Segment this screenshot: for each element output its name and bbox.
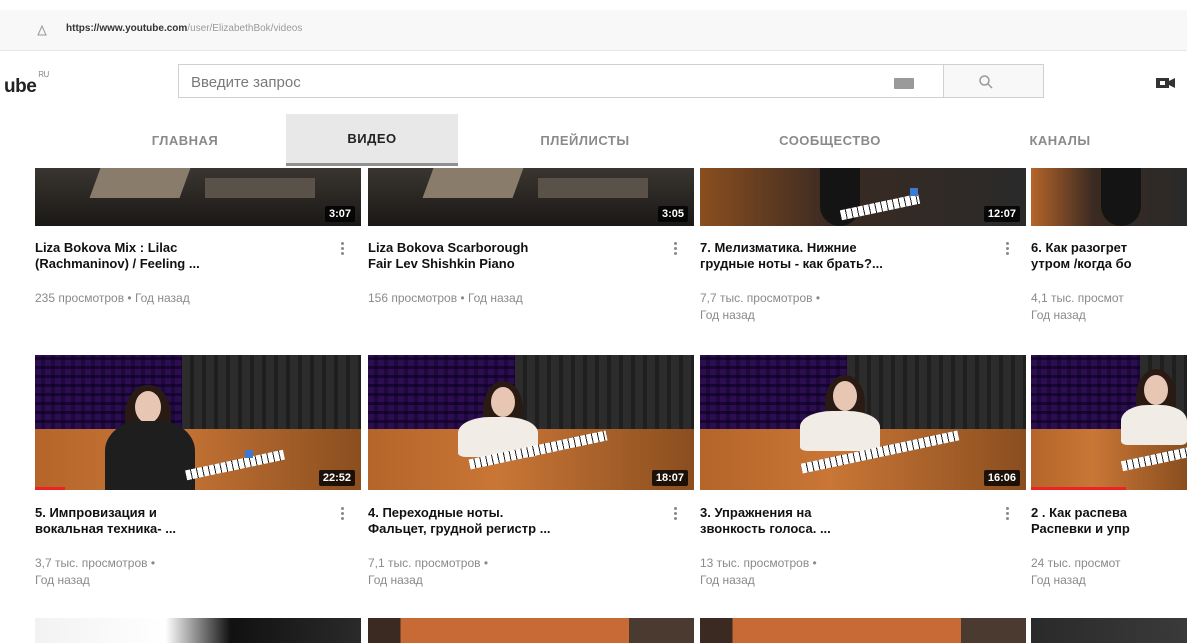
tab-home[interactable]: ГЛАВНАЯ [110,114,260,166]
watch-progress-bar [1031,487,1126,490]
tab-community[interactable]: СООБЩЕСТВО [730,114,930,166]
search-icon [979,75,993,89]
keyboard-icon[interactable] [894,78,914,89]
video-thumbnail[interactable] [35,618,361,643]
video-meta: 4,1 тыс. просмот Год назад [1031,291,1124,322]
video-title[interactable]: 4. Переходные ноты. Фальцет, грудной реги… [368,505,658,537]
tab-videos[interactable]: ВИДЕО [286,114,458,166]
youtube-logo[interactable]: ubeRU [4,70,49,98]
more-options-icon[interactable] [668,240,682,260]
search-input[interactable] [189,71,873,93]
search-button[interactable] [944,64,1044,98]
tab-playlists[interactable]: ПЛЕЙЛИСТЫ [490,114,680,166]
video-meta: 235 просмотров • Год назад [35,291,190,305]
video-meta: 24 тыс. просмот Год назад [1031,556,1121,587]
video-meta: 3,7 тыс. просмотров • Год назад [35,556,156,587]
video-meta: 156 просмотров • Год назад [368,291,523,305]
video-meta: 7,7 тыс. просмотров • Год назад [700,291,821,322]
video-title[interactable]: 2 . Как распева Распевки и упр [1031,505,1187,537]
page-info-icon[interactable] [36,24,48,36]
video-title[interactable]: Liza Bokova Scarborough Fair Lev Shishkin… [368,240,658,272]
browser-url-bar[interactable]: https://www.youtube.com/user/ElizabethBo… [0,10,1187,51]
video-thumbnail[interactable] [1031,355,1187,490]
more-options-icon[interactable] [1000,505,1014,525]
more-options-icon[interactable] [668,505,682,525]
video-title[interactable]: 7. Мелизматика. Нижние грудные ноты - как… [700,240,990,272]
video-duration: 3:07 [324,206,355,222]
upload-video-icon[interactable] [1155,75,1177,91]
more-options-icon[interactable] [335,240,349,260]
video-thumbnail[interactable]: 12:07 [700,168,1026,226]
more-options-icon[interactable] [335,505,349,525]
tab-channels[interactable]: КАНАЛЫ [990,114,1130,166]
video-duration: 18:07 [651,470,688,486]
video-thumbnail[interactable] [1031,168,1187,226]
video-thumbnail[interactable]: 18:07 [368,355,694,490]
channel-tabs: ГЛАВНАЯ ВИДЕО ПЛЕЙЛИСТЫ СООБЩЕСТВО КАНАЛ… [0,114,1187,166]
video-thumbnail[interactable]: 16:06 [700,355,1026,490]
video-duration: 16:06 [983,470,1020,486]
video-thumbnail[interactable] [700,618,1026,643]
video-duration: 22:52 [318,470,355,486]
video-thumbnail[interactable]: 22:52 [35,355,361,490]
video-meta: 13 тыс. просмотров • Год назад [700,556,817,587]
url-text: https://www.youtube.com/user/ElizabethBo… [66,23,303,34]
more-options-icon[interactable] [1000,240,1014,260]
video-thumbnail[interactable] [368,618,694,643]
video-meta: 7,1 тыс. просмотров • Год назад [368,556,489,587]
video-duration: 12:07 [983,206,1020,222]
video-title[interactable]: 3. Упражнения на звонкость голоса. ... [700,505,990,537]
video-duration: 3:05 [657,206,688,222]
watch-progress-bar [35,487,65,490]
video-thumbnail[interactable]: 3:07 [35,168,361,226]
video-title[interactable]: 6. Как разогрет утром /когда бо [1031,240,1187,272]
video-thumbnail[interactable] [1031,618,1187,643]
video-title[interactable]: Liza Bokova Mix : Lilac (Rachmaninov) / F… [35,240,325,272]
search-box[interactable] [178,64,944,98]
video-thumbnail[interactable]: 3:05 [368,168,694,226]
video-title[interactable]: 5. Импровизация и вокальная техника- ... [35,505,325,537]
